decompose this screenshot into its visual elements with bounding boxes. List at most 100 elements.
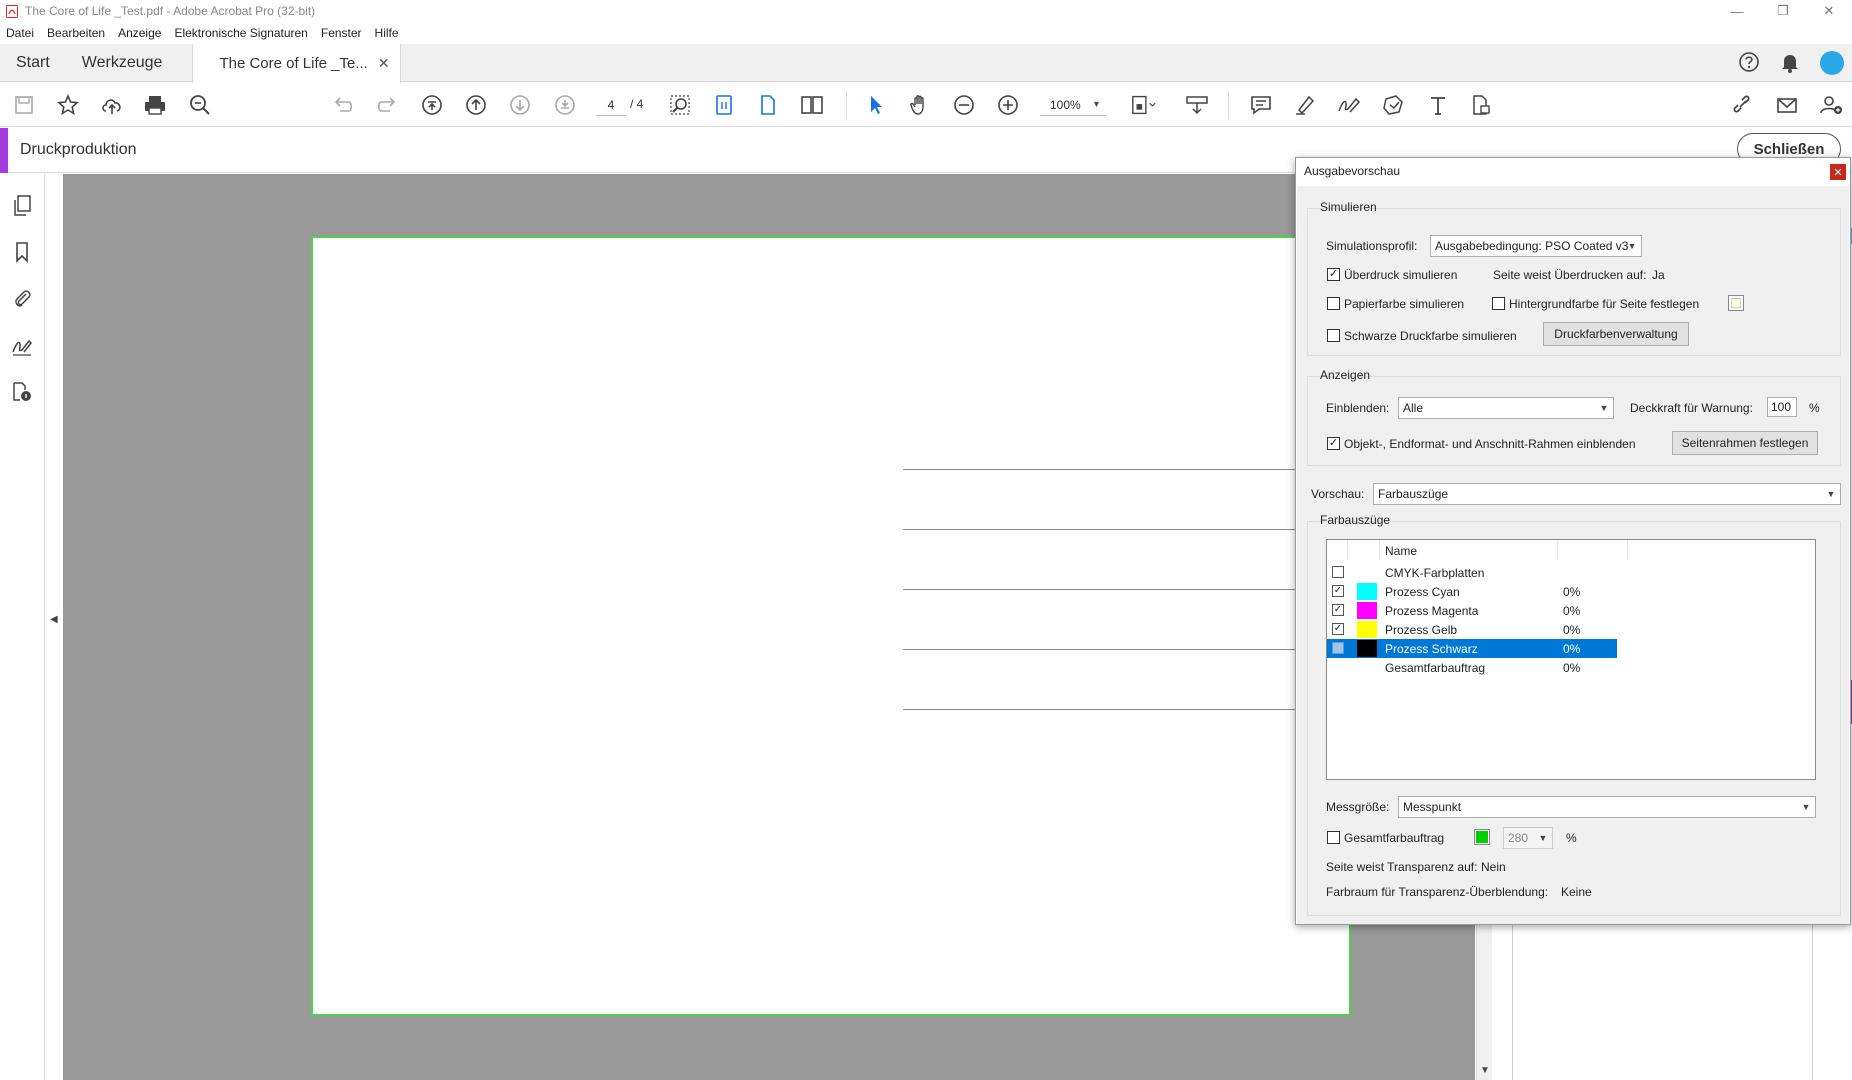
collapse-panel-icon[interactable]: ◀ — [50, 614, 58, 625]
bg-color-checkbox[interactable] — [1492, 297, 1505, 310]
separation-checkbox[interactable] — [1332, 566, 1344, 578]
name-column-header[interactable]: Name — [1385, 544, 1417, 558]
separations-list[interactable]: Name CMYK-Farbplatten ✓ Prozess Cyan 0% ✓ Pro… — [1326, 539, 1816, 780]
text-tool-icon[interactable] — [1424, 91, 1452, 119]
document-view[interactable] — [63, 174, 1475, 1080]
separation-name: Prozess Schwarz — [1385, 642, 1478, 656]
print-icon[interactable] — [141, 91, 169, 119]
zoom-search-icon[interactable] — [186, 91, 214, 119]
show-boxes-checkbox[interactable]: ✓ — [1327, 437, 1340, 450]
total-coverage-select[interactable]: 280 ▼ — [1503, 827, 1553, 849]
right-tool-panel — [1512, 925, 1852, 1080]
menu-bearbeiten[interactable]: Bearbeiten — [47, 26, 105, 40]
menu-elektronische-signaturen[interactable]: Elektronische Signaturen — [174, 26, 307, 40]
sample-size-select[interactable]: Messpunkt ▼ — [1398, 796, 1816, 818]
two-page-view-icon[interactable] — [798, 91, 826, 119]
document-security-icon[interactable] — [10, 380, 34, 404]
help-icon[interactable] — [1738, 51, 1760, 76]
page-fit-icon[interactable] — [1130, 91, 1158, 119]
zoom-out-icon[interactable] — [950, 91, 978, 119]
tab-tools[interactable]: Werkzeuge — [66, 44, 179, 82]
email-icon[interactable] — [1773, 91, 1801, 119]
sign-icon[interactable] — [1335, 91, 1363, 119]
document-tab-close-icon[interactable]: ✕ — [378, 55, 390, 72]
tab-start[interactable]: Start — [0, 44, 66, 82]
save-icon[interactable] — [10, 91, 38, 119]
separation-row[interactable]: Gesamtfarbauftrag 0% — [1327, 658, 1617, 677]
separation-row[interactable]: CMYK-Farbplatten — [1327, 563, 1617, 582]
opacity-input[interactable]: 100 — [1767, 397, 1797, 417]
chevron-down-icon: ▼ — [1599, 403, 1609, 413]
show-select[interactable]: Alle ▼ — [1398, 397, 1614, 419]
menu-fenster[interactable]: Fenster — [321, 26, 362, 40]
show-boxes-label: Objekt-, Endformat- und Anschnitt-Rahmen… — [1344, 437, 1636, 451]
total-coverage-color-swatch[interactable] — [1474, 829, 1490, 845]
redo-icon[interactable] — [373, 91, 401, 119]
signature-icon[interactable] — [10, 334, 34, 358]
hand-tool-icon[interactable] — [906, 91, 934, 119]
link-share-icon[interactable] — [1729, 91, 1757, 119]
zoom-dropdown-icon[interactable]: ▼ — [1092, 99, 1101, 109]
menu-datei[interactable]: Datei — [6, 26, 34, 40]
color-swatch — [1357, 640, 1377, 657]
tab-bar: Start Werkzeuge The Core of Life _Te... … — [0, 44, 1852, 83]
select-cursor-icon[interactable] — [862, 91, 890, 119]
total-coverage-checkbox[interactable] — [1327, 831, 1340, 844]
minimize-button[interactable]: — — [1714, 0, 1760, 22]
separation-checkbox[interactable]: ✓ — [1332, 623, 1344, 635]
menu-anzeige[interactable]: Anzeige — [118, 26, 161, 40]
page-overprint-label: Seite weist Überdrucken auf: — [1493, 268, 1647, 282]
document-edit-icon[interactable] — [1467, 91, 1495, 119]
last-page-icon[interactable] — [551, 91, 579, 119]
star-icon[interactable] — [54, 91, 82, 119]
page-boxes-button[interactable]: Seitenrahmen festlegen — [1672, 431, 1818, 455]
scroll-mode-icon[interactable] — [1183, 91, 1211, 119]
add-user-icon[interactable] — [1817, 91, 1845, 119]
separation-checkbox[interactable] — [1332, 642, 1344, 654]
preview-select[interactable]: Farbauszüge ▼ — [1373, 483, 1841, 505]
separation-row[interactable]: Prozess Schwarz 0% — [1327, 639, 1617, 658]
dialog-close-button[interactable]: ✕ — [1830, 164, 1846, 180]
black-ink-checkbox[interactable] — [1327, 329, 1340, 342]
panel-divider — [1512, 925, 1513, 1080]
page-number-input[interactable]: 4 — [596, 94, 626, 116]
cloud-upload-icon[interactable] — [98, 91, 126, 119]
page-thumbnails-icon[interactable] — [10, 194, 34, 218]
avatar[interactable] — [1820, 51, 1844, 75]
separation-checkbox[interactable]: ✓ — [1332, 585, 1344, 597]
restore-button[interactable]: ❐ — [1760, 0, 1806, 22]
comment-icon[interactable] — [1247, 91, 1275, 119]
separation-name: Prozess Gelb — [1385, 623, 1458, 637]
zoom-in-icon[interactable] — [994, 91, 1022, 119]
overprint-checkbox[interactable]: ✓ — [1327, 268, 1340, 281]
tab-document[interactable]: The Core of Life _Te... ✕ — [192, 44, 401, 83]
separation-checkbox[interactable]: ✓ — [1332, 604, 1344, 616]
scroll-down-icon[interactable]: ▼ — [1480, 1065, 1490, 1076]
bookmark-icon[interactable] — [10, 240, 34, 264]
menu-hilfe[interactable]: Hilfe — [375, 26, 399, 40]
attachment-icon[interactable] — [10, 286, 34, 310]
vertical-scrollbar[interactable]: ▼ — [1476, 925, 1492, 1080]
marquee-zoom-icon[interactable] — [666, 91, 694, 119]
single-page-view-icon[interactable] — [710, 91, 738, 119]
window-close-button[interactable]: ✕ — [1806, 0, 1852, 22]
bell-icon[interactable] — [1780, 51, 1800, 76]
separation-row[interactable]: ✓ Prozess Cyan 0% — [1327, 582, 1617, 601]
ink-manager-button[interactable]: Druckfarbenverwaltung — [1543, 322, 1689, 346]
previous-page-icon[interactable] — [462, 91, 490, 119]
document-tab-label: The Core of Life _Te... — [219, 55, 368, 72]
bg-color-swatch[interactable] — [1728, 295, 1744, 311]
separation-row[interactable]: ✓ Prozess Gelb 0% — [1327, 620, 1617, 639]
first-page-icon[interactable] — [418, 91, 446, 119]
scrolling-view-icon[interactable] — [754, 91, 782, 119]
stamp-icon[interactable] — [1380, 91, 1408, 119]
pdf-page[interactable] — [311, 236, 1351, 1016]
highlight-pen-icon[interactable] — [1291, 91, 1319, 119]
simulation-profile-select[interactable]: Ausgabebedingung: PSO Coated v3 ▼ — [1430, 235, 1642, 257]
paper-color-checkbox[interactable] — [1327, 297, 1340, 310]
left-navigation-rail: ◀ — [0, 174, 58, 1080]
separation-row[interactable]: ✓ Prozess Magenta 0% — [1327, 601, 1617, 620]
toolbar-separator — [846, 91, 847, 119]
undo-icon[interactable] — [329, 91, 357, 119]
next-page-icon[interactable] — [506, 91, 534, 119]
